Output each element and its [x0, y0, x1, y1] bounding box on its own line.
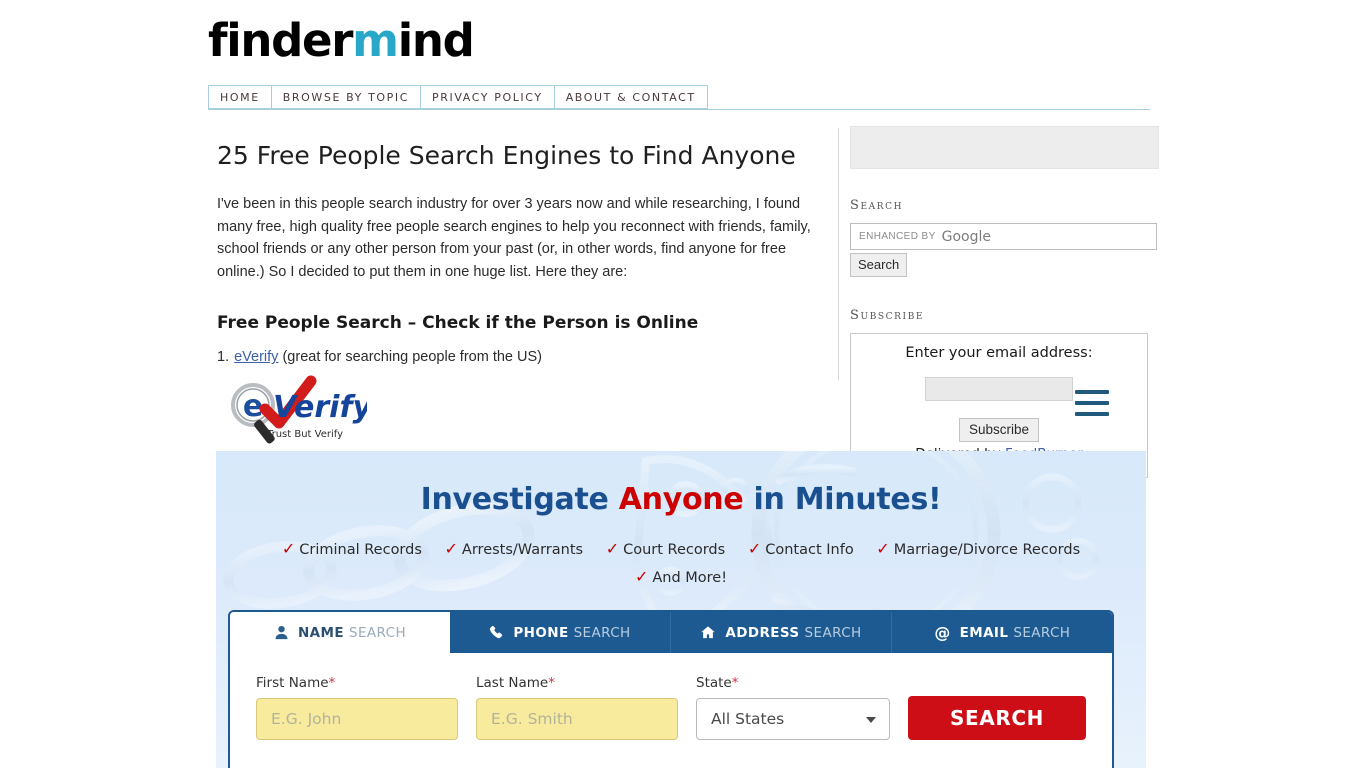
list-item-note: (great for searching people from the US): [282, 349, 542, 366]
last-name-field-group: Last Name*: [476, 675, 678, 740]
promo-headline: Investigate Anyone in Minutes!: [216, 482, 1146, 517]
hamburger-menu-icon[interactable]: [1075, 390, 1109, 420]
tab-name-search[interactable]: NAME SEARCH: [230, 612, 450, 653]
people-search-widget: NAME SEARCH PHONE SEARCH ADDRESS SEARCH @ E…: [228, 610, 1114, 768]
required-mark: *: [731, 675, 739, 691]
tab-label-dim: SEARCH: [573, 624, 631, 641]
promo-headline-post: in Minutes!: [743, 482, 942, 517]
article-subtitle: Free People Search – Check if the Person…: [217, 313, 699, 334]
site-logo[interactable]: findermind: [208, 18, 475, 63]
home-icon: [700, 625, 716, 640]
promo-feature-label: Marriage/Divorce Records: [893, 542, 1081, 558]
sidebar: Search enhanced by Google Search Subscri…: [850, 126, 1160, 478]
check-icon: ✓: [634, 566, 649, 586]
tab-address-search[interactable]: ADDRESS SEARCH: [671, 612, 892, 653]
tab-label-strong: EMAIL: [959, 624, 1009, 641]
everify-link[interactable]: eVerify: [234, 349, 278, 365]
nav-item-about-contact[interactable]: ABOUT & CONTACT: [553, 85, 708, 109]
person-icon: [274, 625, 289, 640]
first-name-field-group: First Name*: [256, 675, 458, 740]
tab-label-dim: SEARCH: [348, 624, 407, 641]
tab-label-dim: SEARCH: [804, 624, 862, 641]
subscribe-email-field[interactable]: [925, 377, 1073, 401]
check-icon: ✓: [444, 539, 458, 558]
at-icon: @: [934, 624, 951, 641]
check-icon: ✓: [605, 539, 620, 558]
svg-text:Verify: Verify: [273, 390, 367, 425]
article-intro: I've been in this people search industry…: [217, 196, 811, 280]
search-button[interactable]: SEARCH: [908, 696, 1086, 740]
promo-headline-pre: Investigate: [420, 482, 619, 517]
search-input[interactable]: enhanced by Google: [850, 223, 1157, 250]
page-title: 25 Free People Search Engines to Find An…: [217, 141, 796, 170]
tab-label-dim: SEARCH: [1013, 624, 1071, 641]
hamburger-bar: [1075, 412, 1109, 416]
phone-icon: [489, 625, 504, 640]
nav-item-privacy-policy[interactable]: PRIVACY POLICY: [420, 85, 554, 109]
list-item-number: 1.: [217, 349, 230, 366]
svg-text:@: @: [934, 624, 950, 641]
article-column: 25 Free People Search Engines to Find An…: [217, 140, 827, 371]
google-wordmark: Google: [941, 228, 992, 245]
subscribe-button[interactable]: Subscribe: [958, 418, 1040, 442]
hamburger-bar: [1075, 390, 1109, 394]
promo-feature-more: ✓ And More!: [635, 563, 727, 591]
first-name-label: First Name*: [256, 675, 458, 691]
tab-email-search[interactable]: @ EMAIL SEARCH: [892, 612, 1112, 653]
logo-text-last: ind: [397, 14, 475, 67]
search-widget-title: Search: [850, 198, 904, 213]
search-widget: Search enhanced by Google Search: [850, 198, 1160, 277]
promo-feature: ✓ Criminal Records: [282, 535, 422, 563]
search-tabs: NAME SEARCH PHONE SEARCH ADDRESS SEARCH @ E…: [230, 612, 1112, 653]
promo-feature: ✓ Contact Info: [748, 535, 854, 563]
required-mark: *: [328, 675, 336, 691]
state-select[interactable]: All States: [696, 698, 890, 740]
last-name-input[interactable]: [476, 698, 678, 740]
svg-text:Trust But Verify: Trust But Verify: [266, 429, 343, 440]
nav-item-browse-by-topic[interactable]: BROWSE BY TOPIC: [270, 85, 421, 109]
first-name-input[interactable]: [256, 698, 458, 740]
everify-logo: e Verify Trust But Verify: [227, 375, 374, 447]
nav-item-home[interactable]: HOME: [208, 85, 271, 109]
search-submit-button[interactable]: Search: [850, 253, 908, 277]
subscribe-prompt: Enter your email address:: [905, 345, 1093, 361]
state-label-text: State: [696, 675, 732, 691]
check-icon: ✓: [281, 539, 296, 558]
check-icon: ✓: [876, 539, 890, 558]
last-name-label-text: Last Name: [476, 675, 549, 691]
list-item: 1. eVerify (great for searching people fr…: [217, 349, 827, 365]
tab-label-strong: ADDRESS: [725, 624, 800, 641]
tab-label-strong: PHONE: [513, 624, 569, 641]
required-mark: *: [548, 675, 555, 691]
hamburger-bar: [1075, 401, 1109, 405]
promo-feature-label: And More!: [652, 569, 728, 586]
promo-feature: ✓ Marriage/Divorce Records: [876, 535, 1080, 563]
tab-phone-search[interactable]: PHONE SEARCH: [450, 612, 671, 653]
column-divider: [838, 128, 839, 380]
promo-feature-label: Contact Info: [765, 542, 854, 558]
name-search-form: First Name* Last Name* State* All States…: [230, 653, 1112, 740]
promo-feature: ✓ Court Records: [606, 535, 726, 563]
check-icon: ✓: [747, 539, 762, 558]
logo-text-accent: m: [352, 14, 399, 67]
last-name-label: Last Name*: [476, 675, 678, 691]
promo-feature-label: Criminal Records: [299, 542, 422, 558]
main-navigation: HOME BROWSE BY TOPIC PRIVACY POLICY ABOU…: [208, 85, 1150, 110]
promo-headline-highlight: Anyone: [618, 482, 744, 517]
page-root: findermind HOME BROWSE BY TOPIC PRIVACY …: [0, 0, 1366, 768]
ad-slot: [850, 126, 1159, 169]
logo-text-first: finder: [208, 14, 353, 67]
promo-feature: ✓ Arrests/Warrants: [445, 535, 584, 563]
promo-feature-label: Arrests/Warrants: [461, 542, 584, 558]
state-field-group: State* All States: [696, 675, 890, 740]
state-select-wrap: All States: [696, 698, 890, 740]
state-label: State*: [696, 675, 890, 691]
first-name-label-text: First Name: [256, 675, 329, 691]
promo-feature-list: ✓ Criminal Records ✓ Arrests/Warrants ✓ Cou…: [216, 535, 1146, 590]
subscribe-widget-title: Subscribe: [850, 308, 925, 323]
search-enhanced-by-label: enhanced by: [859, 231, 936, 242]
promo-feature-label: Court Records: [623, 542, 726, 558]
tab-label-strong: NAME: [297, 624, 344, 641]
